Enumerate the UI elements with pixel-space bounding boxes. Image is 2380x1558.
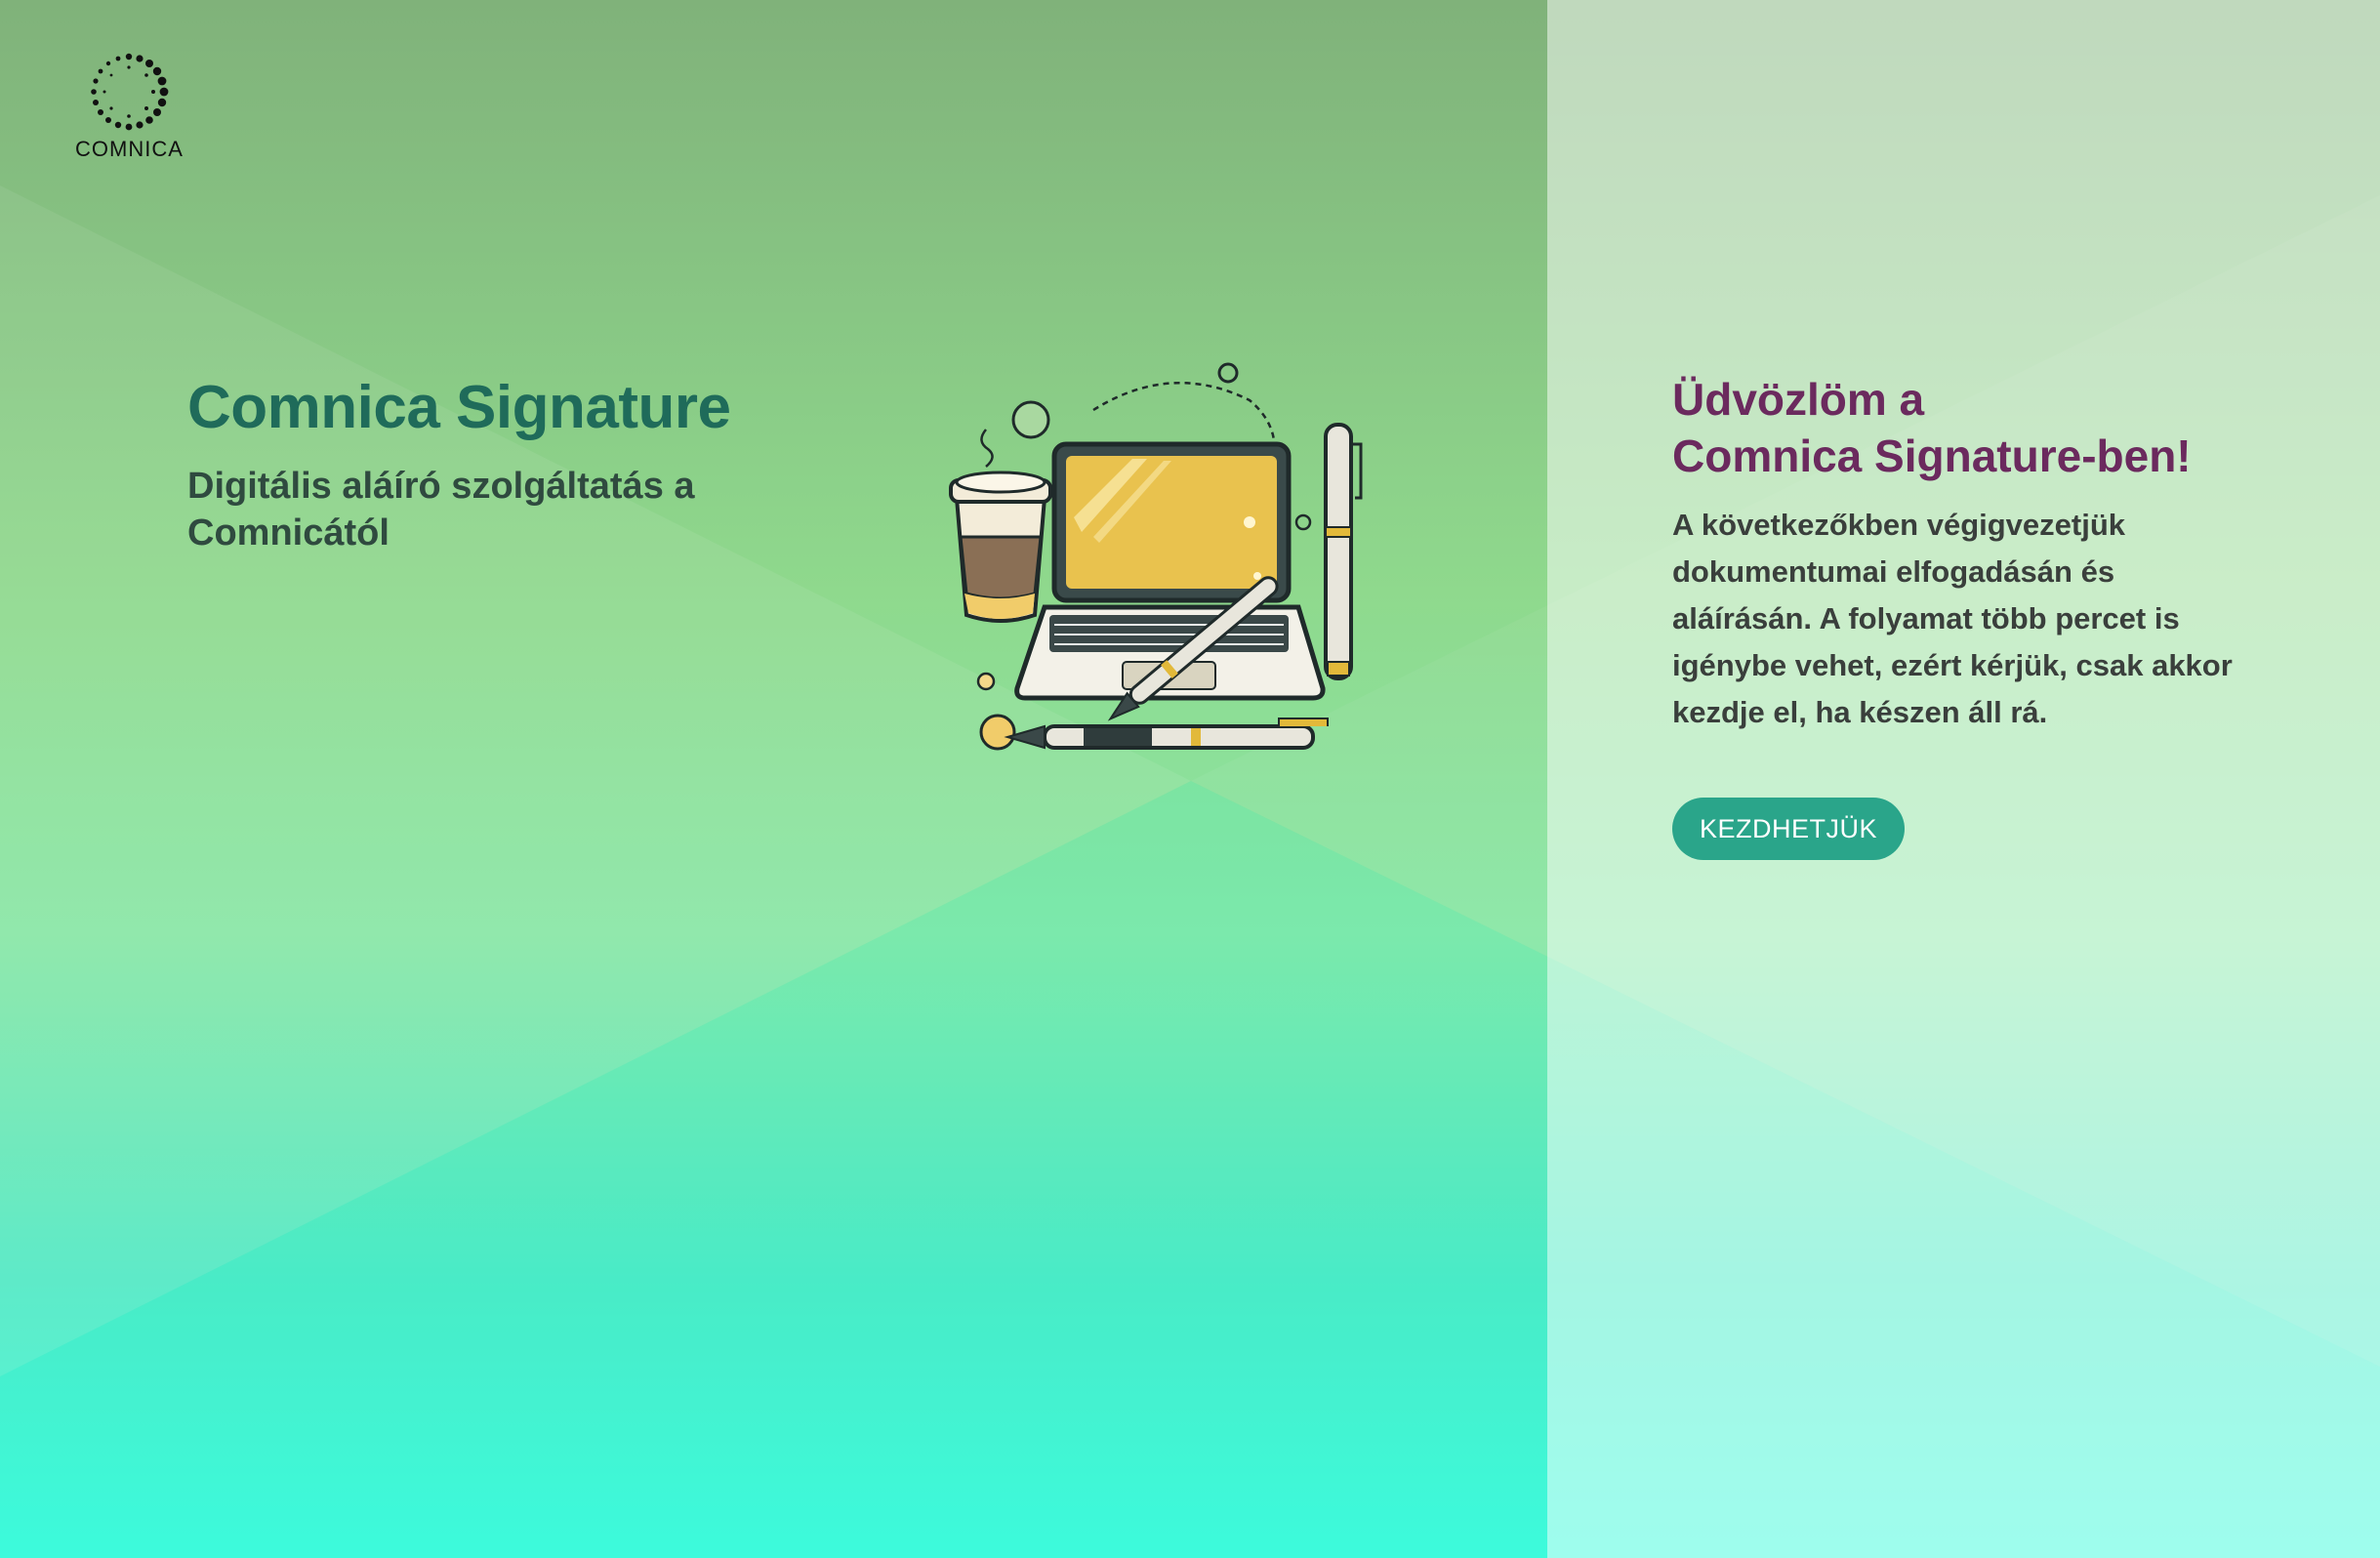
welcome-heading: Üdvözlöm a Comnica Signature-ben!	[1672, 371, 2297, 484]
welcome-description: A következőkben végigvezetjük dokumentum…	[1672, 508, 2233, 729]
laptop-coffee-pen-illustration	[949, 362, 1363, 751]
hero-title: Comnica Signature	[187, 374, 731, 441]
hero-subtitle: Digitális aláíró szolgáltatás a Comnicát…	[187, 466, 695, 554]
welcome-heading-line2: Comnica Signature-ben!	[1672, 430, 2192, 481]
dotted-ring-logo-icon	[91, 53, 169, 131]
comnica-logo[interactable]: COMNICA	[68, 51, 190, 163]
landing-page: COMNICA Comnica Signature Digitális aláí…	[0, 0, 2380, 1558]
start-button[interactable]: KEZDHETJÜK	[1672, 798, 1905, 860]
welcome-panel	[1547, 0, 2380, 1558]
welcome-heading-line1: Üdvözlöm a	[1672, 374, 1925, 425]
logo-wordmark: COMNICA	[75, 137, 184, 161]
